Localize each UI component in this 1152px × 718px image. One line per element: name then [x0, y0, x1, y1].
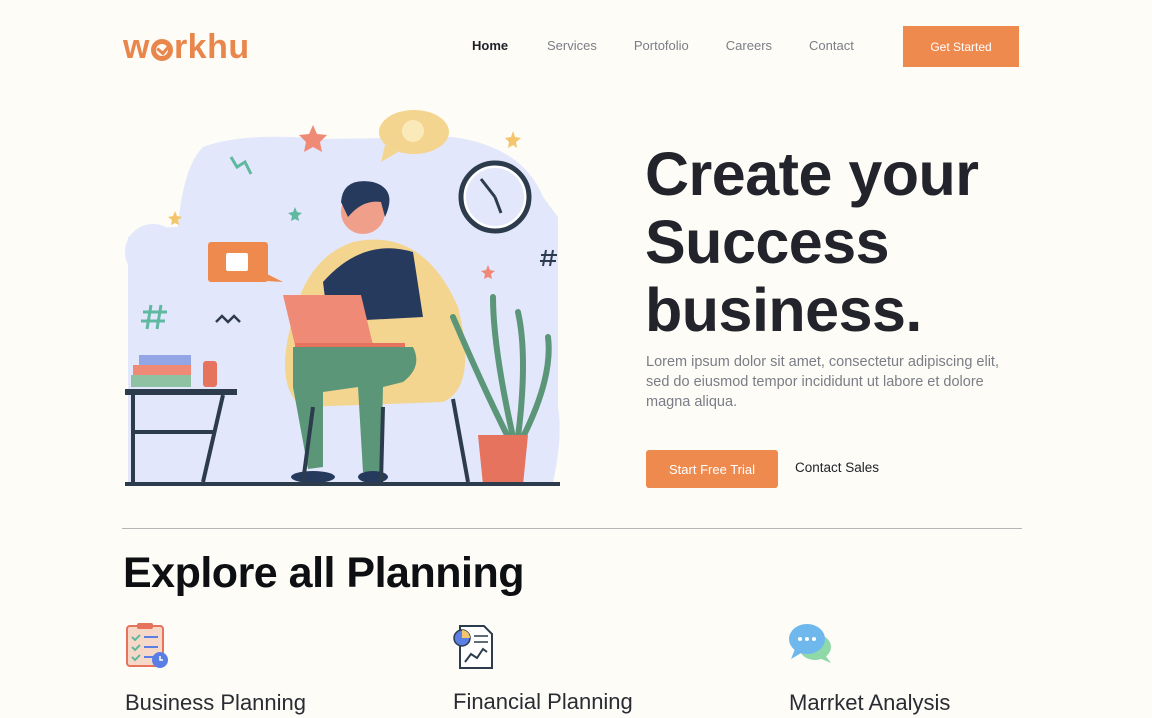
landing-page: w rkhu Home Services Portofolio Careers … [0, 0, 1152, 718]
nav-careers[interactable]: Careers [726, 38, 772, 53]
section-divider [122, 528, 1022, 529]
financial-report-icon [453, 625, 493, 669]
start-free-trial-button[interactable]: Start Free Trial [646, 450, 778, 488]
workhu-logo[interactable]: w rkhu [123, 28, 250, 67]
hero-description: Lorem ipsum dolor sit amet, consectetur … [646, 354, 999, 410]
hero-illustration [125, 110, 560, 486]
card-market-analysis-title: Marrket Analysis [789, 690, 951, 715]
nav-contact[interactable]: Contact [809, 38, 854, 53]
nav-portofolio[interactable]: Portofolio [634, 38, 689, 53]
nav-home[interactable]: Home [472, 38, 510, 53]
nav-services[interactable]: Services [547, 38, 597, 53]
card-business-planning-title: Business Planning [125, 690, 307, 715]
main-nav: Home Services Portofolio Careers Contact [472, 38, 854, 53]
hero-title-line3: business. [645, 276, 922, 344]
section-title: Explore all Planning [123, 549, 524, 597]
contact-sales-link[interactable]: Contact Sales [795, 460, 879, 475]
checklist-icon [126, 623, 168, 668]
hero-title-line1: Create your [645, 140, 979, 208]
logo-text-suffix: rkhu [173, 28, 250, 66]
hero-title-line2: Success [645, 208, 890, 276]
logo-check-icon [150, 38, 173, 61]
chat-bubbles-icon [789, 624, 831, 663]
get-started-button[interactable]: Get Started [903, 26, 1019, 67]
logo-text-prefix: w [123, 28, 150, 66]
card-financial-planning-title: Financial Planning [453, 689, 633, 714]
hero-title: Create your Success business. [645, 140, 979, 344]
